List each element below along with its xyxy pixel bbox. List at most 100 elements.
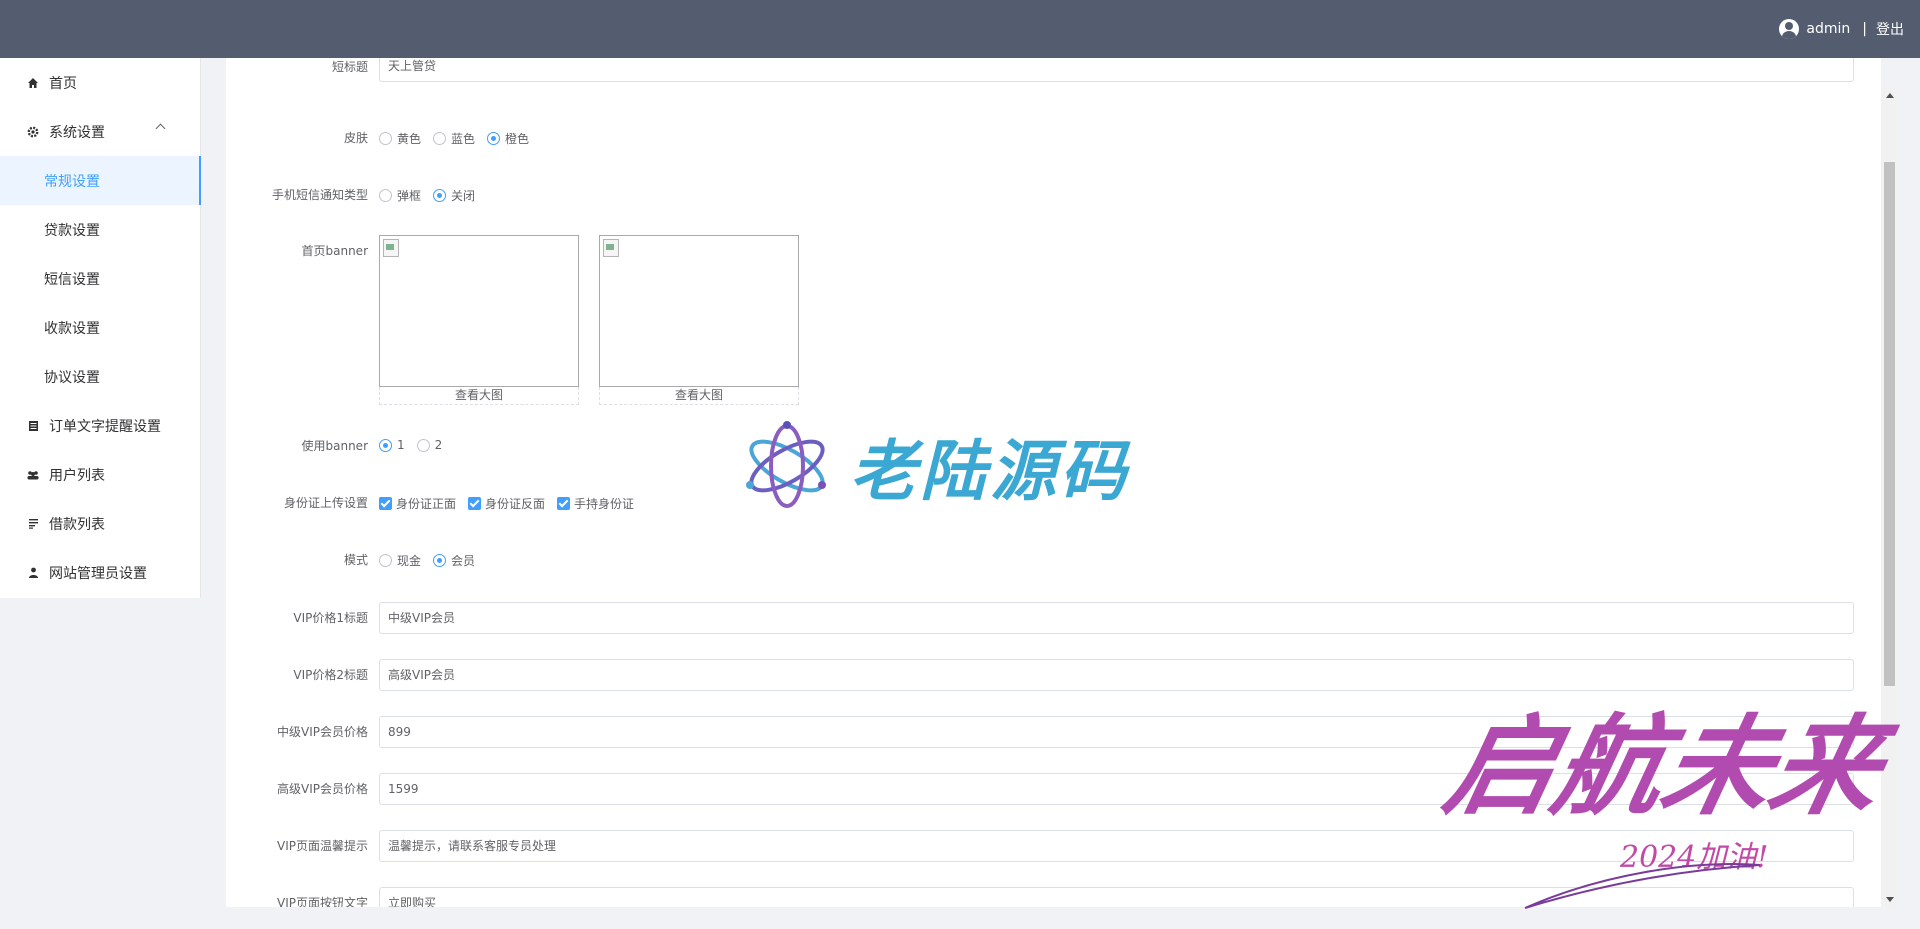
skin-radio-orange[interactable]: 橙色	[487, 130, 529, 147]
sidebar-item-loan-settings[interactable]: 贷款设置	[0, 205, 200, 254]
sidebar: 首页 系统设置 常规设置 贷款设置 短信设置 收款设置 协议设置 订单文字提醒设…	[0, 58, 201, 598]
watermark-signature: 启航未来 2024加油!	[1430, 660, 1910, 920]
radio-label: 会员	[451, 554, 476, 568]
checkbox-label: 手持身份证	[574, 497, 635, 511]
view-large-button-1[interactable]: 查看大图	[379, 387, 579, 405]
field-label: 身份证上传设置	[283, 496, 368, 510]
watermark-logo-text: 老陆源码	[850, 433, 1130, 510]
sidebar-item-label: 网站管理员设置	[49, 565, 147, 582]
mode-radio-cash[interactable]: 现金	[379, 552, 421, 569]
watermark-logo: 老陆源码	[742, 418, 1130, 514]
idcard-front-checkbox[interactable]: 身份证正面	[379, 495, 456, 512]
sidebar-item-label: 订单文字提醒设置	[49, 418, 161, 435]
username[interactable]: admin	[1806, 21, 1850, 37]
idcard-handheld-checkbox[interactable]: 手持身份证	[557, 495, 634, 512]
field-label: VIP页面温馨提示	[277, 839, 368, 853]
radio-label: 弹框	[397, 189, 422, 203]
header-separator: |	[1862, 21, 1867, 37]
sidebar-item-label: 用户列表	[49, 467, 105, 484]
list-icon	[26, 517, 40, 531]
sidebar-item-agreement-settings[interactable]: 协议设置	[0, 352, 200, 401]
radio-label: 现金	[397, 554, 422, 568]
home-icon	[26, 76, 40, 90]
sidebar-item-order-text[interactable]: 订单文字提醒设置	[0, 401, 200, 450]
use-banner-radio-group: 1 2	[379, 438, 454, 452]
radio-checked-icon	[379, 438, 392, 452]
sidebar-item-sms-settings[interactable]: 短信设置	[0, 254, 200, 303]
radio-label: 黄色	[397, 132, 422, 146]
field-label: 高级VIP会员价格	[277, 782, 368, 796]
banner-images: 查看大图 查看大图	[379, 235, 829, 407]
document-icon	[26, 419, 40, 433]
banner-image-2	[599, 235, 799, 387]
radio-label: 蓝色	[451, 132, 476, 146]
view-large-button-2[interactable]: 查看大图	[599, 387, 799, 405]
radio-icon	[379, 554, 392, 567]
radio-icon	[416, 438, 430, 452]
field-label: 短标题	[331, 60, 368, 74]
sidebar-item-label: 常规设置	[44, 173, 100, 190]
radio-icon	[379, 189, 392, 202]
field-label: 模式	[343, 553, 368, 567]
mode-radio-group: 现金 会员	[379, 552, 487, 569]
sidebar-item-label: 协议设置	[44, 369, 100, 386]
sidebar-item-admins[interactable]: 网站管理员设置	[0, 548, 200, 597]
scroll-up-arrow-icon[interactable]	[1886, 93, 1894, 98]
sidebar-item-system-settings[interactable]: 系统设置	[0, 107, 200, 156]
banner-card-2: 查看大图	[599, 235, 799, 405]
skin-radio-group: 黄色 蓝色 橙色	[379, 130, 541, 147]
short-title-input[interactable]: 天上管贷	[379, 58, 1854, 82]
radio-label: 2	[434, 438, 443, 452]
field-label: VIP页面按钮文字	[277, 896, 368, 907]
field-label: 中级VIP会员价格	[277, 725, 368, 739]
sidebar-item-label: 短信设置	[44, 271, 100, 288]
users-icon	[26, 468, 40, 482]
skin-radio-blue[interactable]: 蓝色	[433, 130, 475, 147]
signature-stroke-icon	[1524, 863, 1761, 909]
user-area: admin | 登出	[1779, 18, 1904, 40]
sms-radio-popup[interactable]: 弹框	[379, 187, 421, 204]
field-label: VIP价格2标题	[293, 668, 368, 682]
sidebar-item-payment-settings[interactable]: 收款设置	[0, 303, 200, 352]
radio-checked-icon	[487, 132, 501, 145]
checkbox-checked-icon	[557, 497, 571, 510]
banner-card-1: 查看大图	[379, 235, 579, 405]
scroll-thumb[interactable]	[1884, 162, 1895, 686]
top-header: admin | 登出	[0, 0, 1920, 58]
checkbox-label: 身份证正面	[396, 497, 457, 511]
vip1-title-input[interactable]: 中级VIP会员	[379, 602, 1854, 634]
idcard-checkbox-group: 身份证正面 身份证反面 手持身份证	[379, 495, 646, 512]
user-avatar-icon[interactable]	[1779, 19, 1800, 39]
radio-label: 1	[397, 438, 405, 452]
field-label: 手机短信通知类型	[271, 188, 368, 202]
user-icon	[26, 566, 40, 580]
sidebar-item-loans[interactable]: 借款列表	[0, 499, 200, 548]
sidebar-item-label: 首页	[49, 75, 77, 92]
sidebar-item-label: 借款列表	[49, 516, 105, 533]
radio-icon	[433, 132, 447, 145]
checkbox-checked-icon	[468, 497, 482, 510]
field-label: VIP价格1标题	[293, 611, 368, 625]
sidebar-item-home[interactable]: 首页	[0, 58, 200, 107]
gear-icon	[26, 125, 40, 139]
idcard-back-checkbox[interactable]: 身份证反面	[468, 495, 545, 512]
radio-checked-icon	[433, 554, 447, 567]
checkbox-label: 身份证反面	[485, 497, 546, 511]
sms-radio-group: 弹框 关闭	[379, 187, 487, 204]
sms-radio-off[interactable]: 关闭	[433, 187, 475, 204]
field-label: 使用banner	[301, 439, 369, 453]
checkbox-checked-icon	[379, 497, 392, 510]
field-label: 首页banner	[301, 244, 369, 258]
mode-radio-member[interactable]: 会员	[433, 552, 475, 569]
logout-link[interactable]: 登出	[1876, 19, 1904, 39]
sidebar-item-users[interactable]: 用户列表	[0, 450, 200, 499]
use-banner-radio-1[interactable]: 1	[379, 438, 405, 452]
sidebar-item-label: 系统设置	[49, 124, 105, 141]
sidebar-item-label: 收款设置	[44, 320, 100, 337]
field-label: 皮肤	[343, 131, 368, 145]
sidebar-item-general-settings[interactable]: 常规设置	[0, 156, 201, 205]
radio-icon	[379, 132, 392, 145]
skin-radio-yellow[interactable]: 黄色	[379, 130, 421, 147]
chevron-up-icon[interactable]	[155, 123, 166, 134]
use-banner-radio-2[interactable]: 2	[416, 438, 443, 452]
